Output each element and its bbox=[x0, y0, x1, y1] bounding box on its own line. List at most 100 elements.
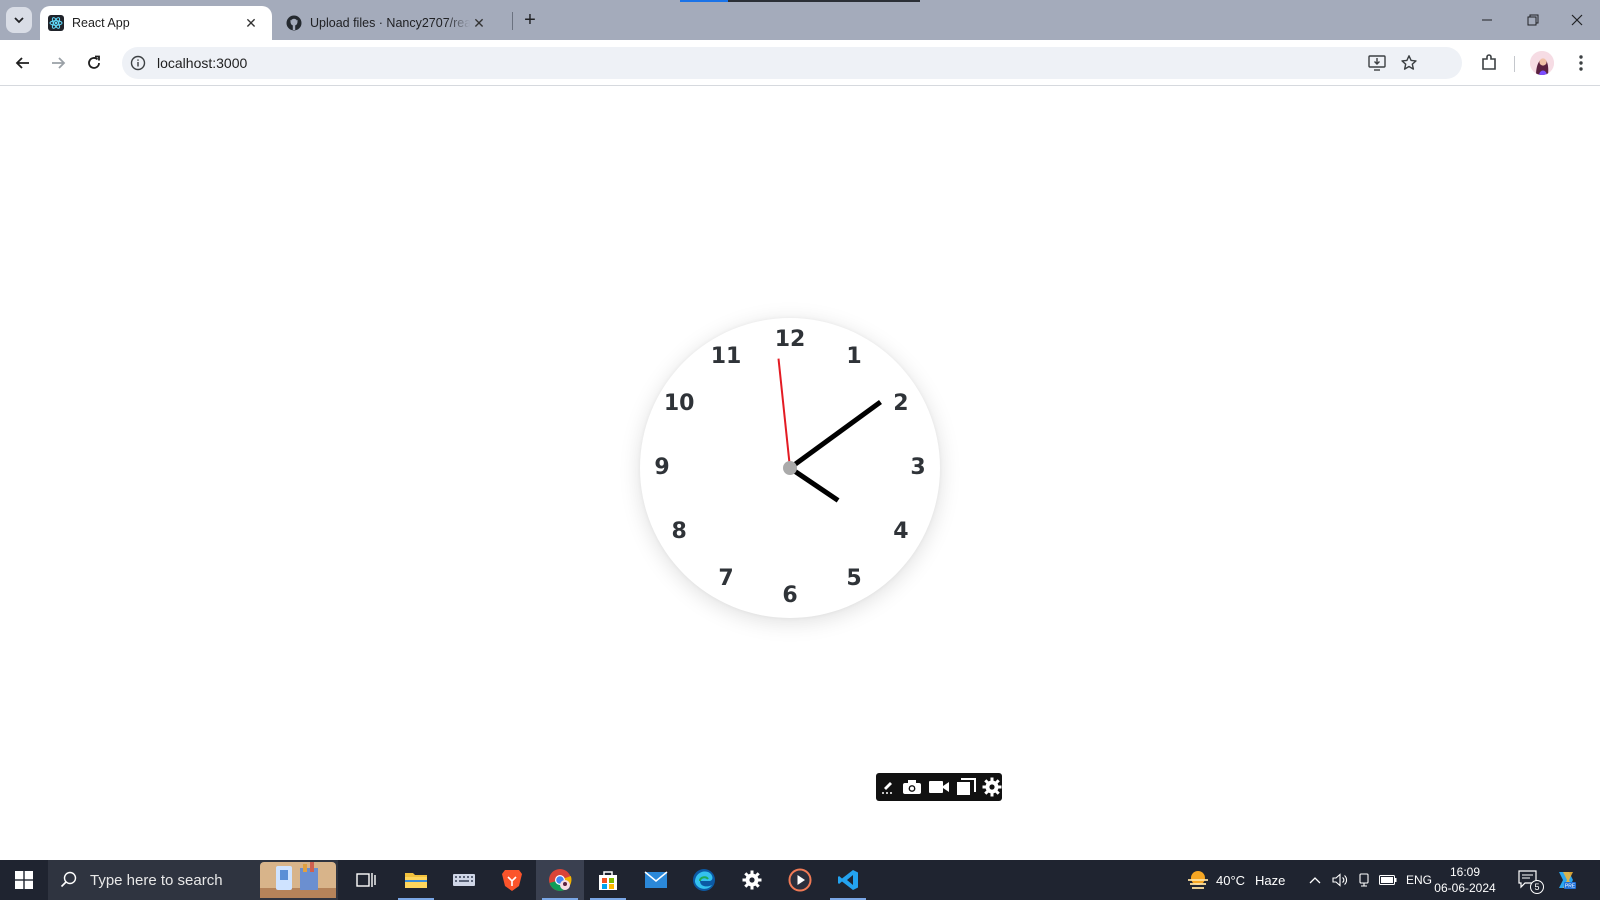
chevron-down-icon bbox=[14, 17, 24, 24]
tab-separator bbox=[512, 12, 513, 30]
browser-toolbar: localhost:3000 bbox=[0, 40, 1600, 86]
task-view-icon bbox=[356, 873, 376, 887]
weather-condition: Haze bbox=[1255, 872, 1286, 888]
arrow-right-icon bbox=[52, 57, 66, 69]
copy-icon[interactable] bbox=[956, 777, 976, 797]
vscode-icon bbox=[838, 870, 858, 890]
reload-icon bbox=[88, 55, 100, 69]
new-tab-button[interactable]: + bbox=[518, 8, 542, 32]
site-info-icon[interactable] bbox=[128, 53, 148, 73]
url-text[interactable]: localhost:3000 bbox=[157, 55, 247, 71]
tab-title: Upload files · Nancy2707/react- bbox=[310, 16, 470, 30]
keyboard-icon bbox=[453, 874, 475, 886]
speaker-icon bbox=[1332, 873, 1347, 887]
analog-clock: 11 10 9 8 7 6 5 4 3 2 1 12 bbox=[640, 318, 940, 618]
windows-taskbar: Type here to search 40°C Haze ENG 16:09 … bbox=[0, 860, 1600, 900]
close-tab-icon[interactable]: ✕ bbox=[470, 14, 488, 32]
close-tab-icon[interactable]: ✕ bbox=[242, 14, 260, 32]
tab-react-app[interactable]: React App ✕ bbox=[40, 6, 272, 40]
system-clock[interactable]: 16:09 06-06-2024 bbox=[1430, 864, 1500, 896]
file-explorer-app[interactable] bbox=[392, 860, 440, 900]
store-icon bbox=[599, 871, 617, 890]
avatar-icon bbox=[1530, 51, 1554, 75]
vscode-app[interactable] bbox=[824, 860, 872, 900]
folder-icon bbox=[405, 873, 427, 888]
brave-lion-icon bbox=[502, 870, 522, 891]
edit-icon[interactable] bbox=[880, 777, 896, 797]
minimize-button[interactable] bbox=[1464, 0, 1510, 40]
windows-icon bbox=[15, 871, 33, 889]
copilot-icon: PRE bbox=[1559, 872, 1576, 890]
camera-icon[interactable] bbox=[902, 777, 922, 797]
toolbar-separator bbox=[1514, 56, 1515, 72]
back-button[interactable] bbox=[8, 48, 38, 78]
tab-strip: React App ✕ Upload files · Nancy2707/rea… bbox=[0, 0, 1600, 40]
language-text: ENG bbox=[1405, 873, 1432, 887]
minimize-icon bbox=[1482, 19, 1492, 21]
second-hand bbox=[777, 358, 791, 469]
copilot-button[interactable]: PRE bbox=[1548, 860, 1584, 900]
settings-app[interactable] bbox=[728, 860, 776, 900]
microsoft-store-app[interactable] bbox=[584, 860, 632, 900]
install-app-icon[interactable] bbox=[1366, 53, 1388, 73]
haze-sun-icon bbox=[1188, 871, 1208, 889]
battery-icon bbox=[1379, 875, 1397, 885]
task-view-button[interactable] bbox=[344, 860, 388, 900]
chrome-app[interactable] bbox=[536, 860, 584, 900]
meet-now-button[interactable] bbox=[1354, 860, 1374, 900]
profile-avatar[interactable] bbox=[1530, 51, 1554, 75]
notification-center-button[interactable]: 5 bbox=[1514, 860, 1544, 900]
tab-title: React App bbox=[72, 16, 130, 30]
notification-count-badge: 5 bbox=[1530, 880, 1544, 894]
media-play-icon bbox=[788, 868, 812, 892]
volume-button[interactable] bbox=[1328, 860, 1352, 900]
search-highlight-illustration bbox=[260, 862, 336, 898]
menu-kebab-icon[interactable] bbox=[1568, 50, 1594, 76]
bookmark-star-icon[interactable] bbox=[1398, 53, 1420, 73]
restore-icon bbox=[1527, 14, 1539, 26]
edge-app[interactable] bbox=[680, 860, 728, 900]
clock-hands bbox=[777, 358, 882, 503]
react-icon bbox=[48, 15, 64, 31]
search-placeholder: Type here to search bbox=[90, 871, 223, 889]
start-button[interactable] bbox=[0, 860, 48, 900]
camera-mic-icon bbox=[1359, 873, 1369, 887]
taskbar-search-box[interactable]: Type here to search bbox=[48, 860, 338, 900]
chevron-up-icon bbox=[1309, 877, 1321, 884]
github-icon bbox=[286, 15, 302, 31]
minute-hand bbox=[788, 399, 882, 471]
svg-text:PRE: PRE bbox=[1565, 884, 1576, 890]
clock-time: 16:09 bbox=[1449, 865, 1481, 879]
settings-gear-icon bbox=[742, 870, 762, 890]
mail-app[interactable] bbox=[632, 860, 680, 900]
settings-icon[interactable] bbox=[982, 777, 1002, 797]
tab-search-button[interactable] bbox=[6, 7, 32, 33]
forward-button[interactable] bbox=[43, 48, 73, 78]
search-icon bbox=[60, 871, 77, 888]
battery-button[interactable] bbox=[1376, 860, 1400, 900]
tab-upload-files[interactable]: Upload files · Nancy2707/react- ✕ bbox=[280, 6, 500, 40]
close-window-button[interactable] bbox=[1554, 0, 1600, 40]
capture-toolbar bbox=[876, 773, 1002, 801]
media-player-app[interactable] bbox=[776, 860, 824, 900]
close-icon bbox=[1571, 14, 1583, 26]
arrow-left-icon bbox=[15, 57, 29, 69]
brave-browser-app[interactable] bbox=[488, 860, 536, 900]
clock-date: 06-06-2024 bbox=[1434, 881, 1496, 895]
restore-button[interactable] bbox=[1510, 0, 1556, 40]
extensions-icon[interactable] bbox=[1476, 50, 1502, 76]
media-indicator bbox=[680, 0, 920, 2]
chrome-icon bbox=[549, 869, 572, 891]
weather-temp: 40°C bbox=[1216, 872, 1246, 888]
edge-icon bbox=[693, 869, 715, 891]
keyboard-app[interactable] bbox=[440, 860, 488, 900]
page-content: 11 10 9 8 7 6 5 4 3 2 1 12 bbox=[0, 86, 1600, 860]
reload-button[interactable] bbox=[79, 48, 109, 78]
clock-center-dot bbox=[783, 461, 797, 475]
mail-icon bbox=[644, 871, 668, 888]
address-bar[interactable]: localhost:3000 bbox=[122, 47, 1462, 79]
show-hidden-icons-button[interactable] bbox=[1304, 860, 1326, 900]
hour-hand bbox=[788, 465, 840, 503]
video-icon[interactable] bbox=[928, 777, 950, 797]
weather-widget[interactable]: 40°C Haze bbox=[1186, 860, 1290, 900]
